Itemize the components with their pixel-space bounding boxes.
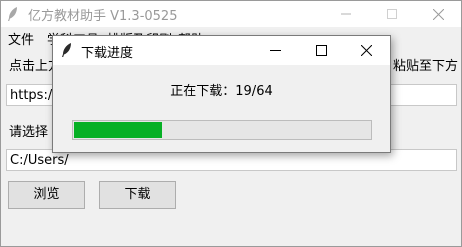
download-button[interactable]: 下载 — [99, 181, 176, 209]
choose-folder-label: 请选择 — [9, 125, 49, 140]
dialog-maximize-button[interactable] — [299, 36, 345, 65]
feather-icon — [62, 43, 71, 57]
dialog-minimize-button[interactable] — [253, 36, 299, 65]
maximize-icon — [316, 45, 327, 56]
menu-file[interactable]: 文件 — [8, 29, 34, 48]
close-icon — [433, 9, 444, 20]
title-bar[interactable]: 亿方教材助手 V1.3-0525 — [1, 1, 461, 27]
close-button[interactable] — [415, 1, 461, 27]
window-title: 亿方教材助手 V1.3-0525 — [28, 9, 178, 24]
maximize-icon — [387, 9, 397, 19]
instruction-text-right: 粘贴至下方 — [393, 59, 459, 74]
progress-bar-fill — [74, 122, 162, 138]
maximize-button[interactable] — [369, 1, 415, 27]
dialog-title: 下载进度 — [81, 46, 134, 61]
minimize-icon — [270, 50, 281, 51]
minimize-icon — [341, 13, 351, 15]
progress-bar — [72, 120, 372, 140]
download-progress-dialog: 下载进度 正在下载：19/64 — [52, 35, 391, 153]
minimize-button[interactable] — [323, 1, 369, 27]
download-status-text: 正在下载：19/64 — [170, 84, 273, 99]
dialog-title-bar[interactable]: 下载进度 — [53, 36, 390, 65]
feather-icon — [8, 7, 17, 21]
dialog-close-button[interactable] — [344, 36, 390, 65]
close-icon — [361, 45, 372, 56]
browse-button[interactable]: 浏览 — [8, 181, 85, 209]
